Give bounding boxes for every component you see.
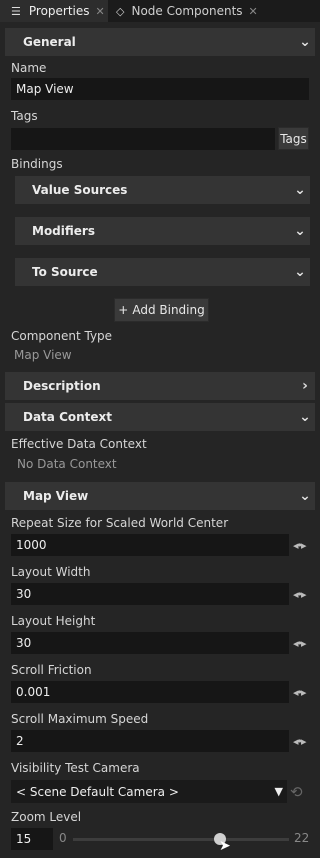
scroll-max-speed-label: Scroll Maximum Speed (11, 712, 149, 726)
zoom-max-label: 22 (294, 831, 310, 845)
chevron-right-icon: › (302, 378, 308, 394)
section-title: Description (23, 379, 101, 393)
add-binding-button[interactable]: + Add Binding (114, 298, 209, 322)
scroll-friction-field[interactable]: 0.001 (11, 681, 289, 703)
drag-arrows-icon[interactable]: ◂•▸ (293, 637, 306, 650)
section-title: General (23, 35, 76, 49)
bindings-label: Bindings (11, 157, 63, 171)
chevron-down-icon: ⌄ (299, 409, 311, 425)
section-value-sources[interactable]: Value Sources ⌄ (15, 176, 310, 204)
tab-bar: ☰ Properties ✕ ◇ Node Components ✕ (0, 0, 320, 22)
name-field[interactable]: Map View (11, 78, 309, 100)
repeat-size-label: Repeat Size for Scaled World Center (11, 516, 229, 530)
chevron-down-icon: ⌄ (294, 223, 306, 239)
component-type-value: Map View (14, 348, 72, 362)
chevron-down-icon: ⌄ (299, 34, 311, 50)
zoom-level-field[interactable]: 15 (11, 828, 53, 850)
tab-label: Node Components (131, 4, 243, 18)
scroll-max-speed-field[interactable]: 2 (11, 730, 289, 752)
visibility-camera-label: Visibility Test Camera (11, 761, 140, 775)
chevron-down-icon: ⌄ (299, 488, 311, 504)
section-data-context[interactable]: Data Context ⌄ (5, 403, 315, 431)
effective-data-context-value: No Data Context (17, 457, 117, 471)
layout-width-field[interactable]: 30 (11, 583, 289, 605)
close-icon[interactable]: ✕ (96, 5, 105, 18)
close-icon[interactable]: ✕ (249, 5, 258, 18)
list-icon: ☰ (11, 4, 21, 18)
section-map-view[interactable]: Map View ⌄ (5, 482, 315, 510)
dropdown-arrow-icon: ▼ (274, 785, 283, 798)
layout-height-label: Layout Height (11, 614, 96, 628)
zoom-min-label: 0 (59, 831, 67, 845)
component-type-label: Component Type (11, 329, 113, 343)
scroll-friction-label: Scroll Friction (11, 663, 92, 677)
tags-input[interactable] (11, 128, 275, 150)
section-title: Modifiers (32, 224, 95, 238)
zoom-level-label: Zoom Level (11, 810, 82, 824)
mouse-cursor-icon: ➤ (219, 838, 231, 854)
visibility-camera-select[interactable]: < Scene Default Camera > ▼ (11, 780, 287, 803)
effective-data-context-label: Effective Data Context (11, 437, 147, 451)
tags-label: Tags (11, 109, 38, 123)
tab-node-components[interactable]: ◇ Node Components ✕ (110, 0, 260, 22)
add-binding-label: Add Binding (132, 303, 205, 317)
section-modifiers[interactable]: Modifiers ⌄ (15, 217, 310, 245)
chevron-down-icon: ⌄ (294, 182, 306, 198)
tags-button[interactable]: Tags (278, 127, 309, 150)
visibility-camera-value: < Scene Default Camera > (16, 784, 179, 799)
repeat-size-field[interactable]: 1000 (11, 534, 289, 556)
layout-height-field[interactable]: 30 (11, 632, 289, 654)
drag-arrows-icon[interactable]: ◂•▸ (293, 588, 306, 601)
section-general[interactable]: General ⌄ (5, 28, 315, 56)
section-title: Value Sources (32, 183, 128, 197)
chevron-down-icon: ⌄ (294, 264, 306, 280)
name-label: Name (11, 61, 47, 75)
section-title: Map View (23, 489, 89, 503)
plus-icon: + (118, 303, 129, 317)
section-title: Data Context (23, 410, 113, 424)
section-to-source[interactable]: To Source ⌄ (15, 258, 310, 286)
drag-arrows-icon[interactable]: ◂•▸ (293, 686, 306, 699)
section-description[interactable]: Description › (5, 372, 315, 400)
reset-icon[interactable]: ⟲ (290, 783, 303, 801)
tab-properties[interactable]: ☰ Properties ✕ (0, 0, 108, 22)
drag-arrows-icon[interactable]: ◂•▸ (293, 539, 306, 552)
layout-width-label: Layout Width (11, 565, 91, 579)
node-components-icon: ◇ (116, 4, 125, 18)
tab-label: Properties (28, 4, 90, 18)
zoom-slider-track[interactable] (73, 838, 289, 841)
section-title: To Source (32, 265, 98, 279)
drag-arrows-icon[interactable]: ◂•▸ (293, 735, 306, 748)
